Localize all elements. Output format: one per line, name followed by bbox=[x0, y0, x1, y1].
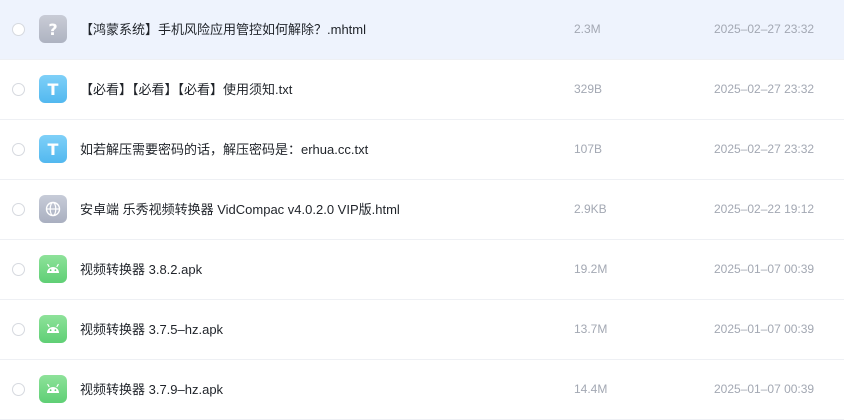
file-date: 2025–01–07 00:39 bbox=[714, 322, 815, 336]
row-checkbox[interactable] bbox=[12, 263, 25, 276]
file-date: 2025–02–27 23:32 bbox=[714, 82, 815, 96]
row-checkbox[interactable] bbox=[12, 83, 25, 96]
globe-icon bbox=[45, 201, 61, 217]
file-row[interactable]: ? 【鸿蒙系统】手机风险应用管控如何解除？.mhtml 2.3M 2025–02… bbox=[0, 0, 844, 60]
file-size: 2.3M bbox=[574, 22, 601, 36]
file-size: 19.2M bbox=[574, 262, 608, 276]
file-name[interactable]: 视频转换器 3.7.9–hz.apk bbox=[80, 360, 223, 419]
android-file-icon bbox=[39, 315, 67, 343]
file-size: 107B bbox=[574, 142, 603, 156]
row-checkbox[interactable] bbox=[12, 323, 25, 336]
android-file-icon bbox=[39, 255, 67, 283]
file-date: 2025–02–22 19:12 bbox=[714, 202, 815, 216]
file-date: 2025–01–07 00:39 bbox=[714, 262, 815, 276]
file-row[interactable]: 视频转换器 3.7.5–hz.apk 13.7M 2025–01–07 00:3… bbox=[0, 300, 844, 360]
text-file-icon: T bbox=[39, 135, 67, 163]
file-name[interactable]: 如若解压需要密码的话，解压密码是：erhua.cc.txt bbox=[80, 120, 368, 179]
file-name[interactable]: 视频转换器 3.7.5–hz.apk bbox=[80, 300, 223, 359]
text-file-icon: T bbox=[39, 75, 67, 103]
android-icon bbox=[47, 323, 59, 333]
file-row[interactable]: 安卓端 乐秀视频转换器 VidCompac v4.0.2.0 VIP版.html… bbox=[0, 180, 844, 240]
file-date: 2025–01–07 00:39 bbox=[714, 382, 815, 396]
file-size: 13.7M bbox=[574, 322, 608, 336]
file-size: 2.9KB bbox=[574, 202, 607, 216]
row-checkbox[interactable] bbox=[12, 143, 25, 156]
file-name[interactable]: 安卓端 乐秀视频转换器 VidCompac v4.0.2.0 VIP版.html bbox=[80, 180, 400, 239]
android-icon bbox=[47, 263, 59, 273]
file-date: 2025–02–27 23:32 bbox=[714, 142, 815, 156]
file-row[interactable]: T 如若解压需要密码的话，解压密码是：erhua.cc.txt 107B 202… bbox=[0, 120, 844, 180]
row-checkbox[interactable] bbox=[12, 203, 25, 216]
row-checkbox[interactable] bbox=[12, 23, 25, 36]
file-size: 329B bbox=[574, 82, 603, 96]
file-row[interactable]: 视频转换器 3.8.2.apk 19.2M 2025–01–07 00:39 bbox=[0, 240, 844, 300]
file-size: 14.4M bbox=[574, 382, 608, 396]
question-file-icon: ? bbox=[39, 15, 67, 43]
android-icon bbox=[47, 383, 59, 393]
file-row[interactable]: 视频转换器 3.7.9–hz.apk 14.4M 2025–01–07 00:3… bbox=[0, 360, 844, 420]
globe-file-icon bbox=[39, 195, 67, 223]
android-file-icon bbox=[39, 375, 67, 403]
file-row[interactable]: T 【必看】【必看】【必看】使用须知.txt 329B 2025–02–27 2… bbox=[0, 60, 844, 120]
file-list: ? 【鸿蒙系统】手机风险应用管控如何解除？.mhtml 2.3M 2025–02… bbox=[0, 0, 844, 420]
file-name[interactable]: 视频转换器 3.8.2.apk bbox=[80, 240, 202, 299]
file-name[interactable]: 【鸿蒙系统】手机风险应用管控如何解除？.mhtml bbox=[80, 0, 366, 59]
file-name[interactable]: 【必看】【必看】【必看】使用须知.txt bbox=[80, 60, 292, 119]
row-checkbox[interactable] bbox=[12, 383, 25, 396]
file-date: 2025–02–27 23:32 bbox=[714, 22, 815, 36]
